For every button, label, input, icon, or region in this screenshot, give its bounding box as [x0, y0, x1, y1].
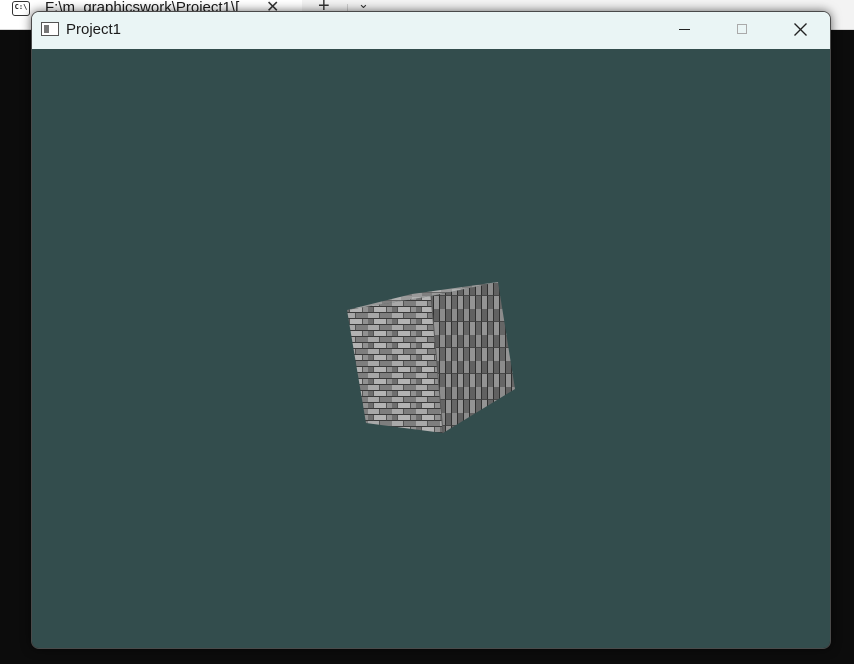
- close-button[interactable]: [772, 12, 830, 49]
- app-icon: [41, 22, 59, 36]
- minimize-button[interactable]: [656, 12, 714, 49]
- minimize-icon: [679, 29, 690, 30]
- cube-left-face: [347, 296, 443, 433]
- textured-cube: [347, 282, 515, 434]
- maximize-icon: [737, 24, 747, 34]
- title-bar[interactable]: Project1: [32, 12, 830, 49]
- maximize-button[interactable]: [714, 12, 772, 49]
- project1-window: Project1: [31, 11, 831, 649]
- close-icon: [794, 23, 807, 36]
- command-prompt-icon: C:\: [12, 1, 30, 16]
- window-title: Project1: [66, 21, 122, 38]
- render-viewport[interactable]: [32, 49, 830, 648]
